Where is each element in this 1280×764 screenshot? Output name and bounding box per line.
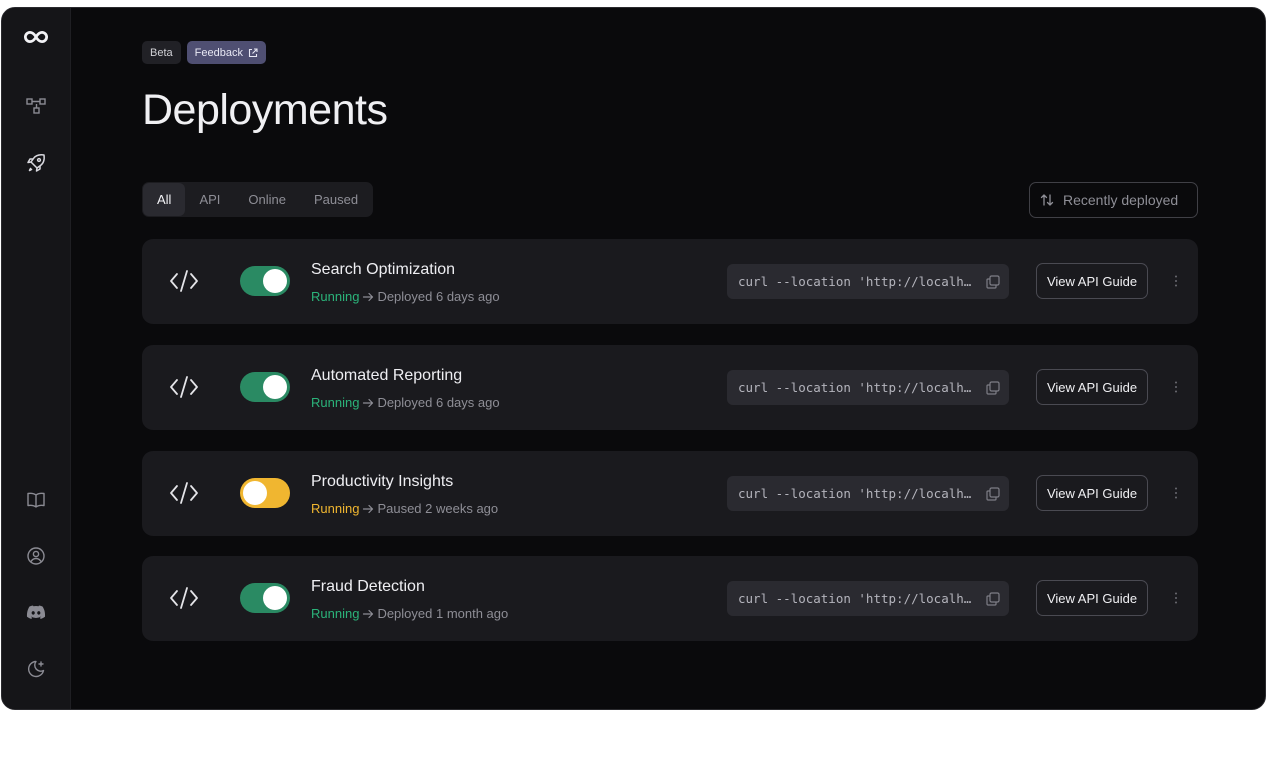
app-window: Beta Feedback Deployments All API Online… [1,7,1266,710]
curl-command: curl --location 'http://localhost [738,380,978,395]
feedback-link[interactable]: Feedback [186,41,266,64]
status-label: Running [311,289,360,304]
filter-tabs: All API Online Paused [142,182,374,217]
deployment-title: Automated Reporting [311,367,463,384]
code-icon [170,270,198,292]
copy-icon[interactable] [985,274,1001,290]
arrow-right-icon [363,504,374,513]
code-icon [170,482,198,504]
toggle-knob [243,481,267,505]
deployment-card[interactable]: Search Optimization Running Deployed 6 d… [142,239,1198,324]
discord-icon[interactable] [24,600,48,624]
tab-paused[interactable]: Paused [300,183,372,216]
curl-command: curl --location 'http://localhost [738,591,978,606]
toggle-knob [263,586,287,610]
sort-label: Recently deployed [1063,192,1179,208]
workflow-icon[interactable] [24,94,48,118]
arrow-right-icon [363,292,374,301]
deployment-toggle[interactable] [240,478,290,508]
more-vertical-icon[interactable] [1168,590,1184,606]
book-icon[interactable] [24,488,48,512]
tab-api[interactable]: API [185,183,234,216]
deployment-status: Running Deployed 6 days ago [311,289,500,304]
page-title: Deployments [142,86,388,134]
status-label: Running [311,395,360,410]
sort-button[interactable]: Recently deployed [1029,182,1198,218]
deployment-title: Fraud Detection [311,578,425,595]
deployment-status: Running Deployed 6 days ago [311,395,500,410]
code-icon [170,587,198,609]
code-icon [170,376,198,398]
deployment-title: Search Optimization [311,261,456,278]
curl-command-box[interactable]: curl --location 'http://localhost [727,581,1009,616]
deployment-toggle[interactable] [240,583,290,613]
more-vertical-icon[interactable] [1168,485,1184,501]
curl-command: curl --location 'http://localhost [738,486,978,501]
view-api-guide-button[interactable]: View API Guide [1036,263,1148,299]
status-label: Running [311,606,360,621]
external-link-icon [248,47,258,57]
deployment-card[interactable]: Fraud Detection Running Deployed 1 month… [142,556,1198,641]
curl-command-box[interactable]: curl --location 'http://localhost [727,264,1009,299]
deployment-card[interactable]: Productivity Insights Running Paused 2 w… [142,451,1198,536]
deployment-card[interactable]: Automated Reporting Running Deployed 6 d… [142,345,1198,430]
curl-command-box[interactable]: curl --location 'http://localhost [727,370,1009,405]
logo-infinity-icon[interactable] [24,25,48,49]
status-detail: Deployed 6 days ago [377,289,500,304]
rocket-icon[interactable] [24,151,48,175]
sidebar [2,8,71,709]
status-detail: Deployed 1 month ago [377,606,509,621]
copy-icon[interactable] [985,486,1001,502]
moon-icon[interactable] [24,657,48,681]
view-api-guide-button[interactable]: View API Guide [1036,580,1148,616]
deployment-toggle[interactable] [240,372,290,402]
deployment-title: Productivity Insights [311,473,454,490]
status-detail: Paused 2 weeks ago [377,501,499,516]
arrow-right-icon [363,398,374,407]
status-label: Running [311,501,360,516]
toggle-knob [263,375,287,399]
user-circle-icon[interactable] [24,544,48,568]
tab-all[interactable]: All [143,183,186,216]
header-badges: Beta Feedback [142,41,266,64]
status-detail: Deployed 6 days ago [377,395,500,410]
sort-arrows-icon [1040,194,1054,206]
feedback-label: Feedback [194,46,243,59]
more-vertical-icon[interactable] [1168,379,1184,395]
deployment-status: Running Deployed 1 month ago [311,606,508,621]
main-content: Beta Feedback Deployments All API Online… [142,8,1198,709]
deployment-status: Running Paused 2 weeks ago [311,501,498,516]
curl-command: curl --location 'http://localhost [738,274,978,289]
copy-icon[interactable] [985,380,1001,396]
tab-online[interactable]: Online [234,183,300,216]
copy-icon[interactable] [985,591,1001,607]
view-api-guide-button[interactable]: View API Guide [1036,369,1148,405]
deployment-toggle[interactable] [240,266,290,296]
arrow-right-icon [363,609,374,618]
beta-badge: Beta [142,41,181,64]
curl-command-box[interactable]: curl --location 'http://localhost [727,476,1009,511]
more-vertical-icon[interactable] [1168,273,1184,289]
view-api-guide-button[interactable]: View API Guide [1036,475,1148,511]
toggle-knob [263,269,287,293]
